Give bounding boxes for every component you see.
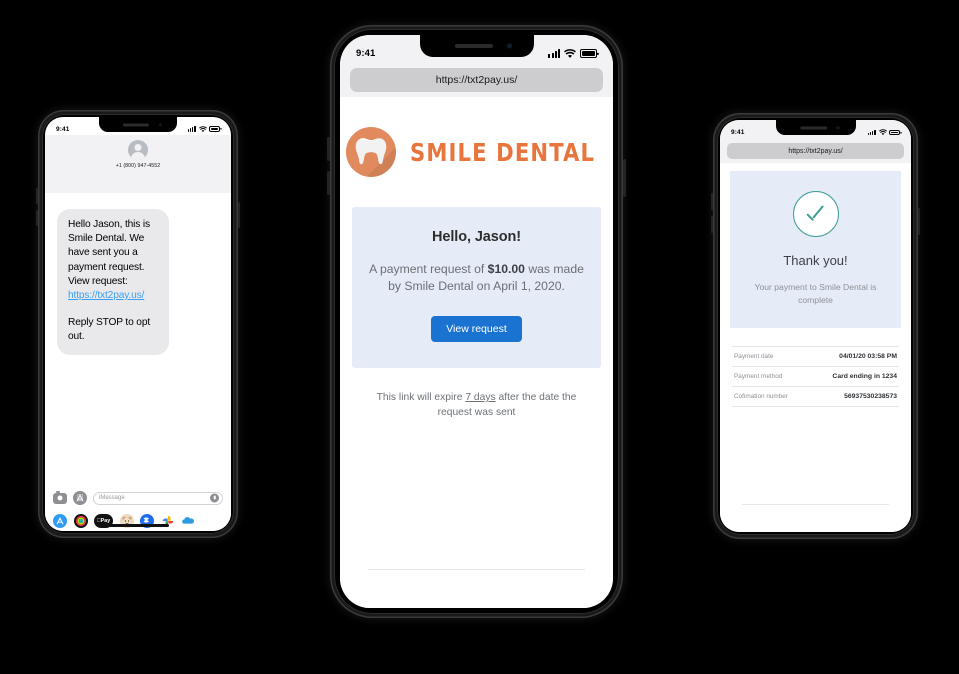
- payment-request-phone: 9:41 https://txt2pay.us/ SMILE DENTAL He…: [327, 25, 626, 618]
- cellular-signal-icon: [187, 126, 196, 132]
- message-text: Hello Jason, this is Smile Dental. We ha…: [68, 219, 150, 287]
- onedrive-app-icon[interactable]: [181, 514, 195, 528]
- brand-name: SMILE DENTAL: [410, 137, 596, 167]
- battery-icon: [889, 129, 900, 136]
- apple-pay-label: Pay: [97, 518, 110, 524]
- imessage-placeholder: iMessage: [99, 495, 125, 501]
- wifi-icon: [564, 48, 576, 58]
- status-time: 9:41: [731, 129, 745, 136]
- power-button[interactable]: [918, 208, 920, 235]
- footer-divider: [368, 569, 585, 570]
- device-notch: [775, 120, 856, 135]
- message-optout-text: Reply STOP to opt out.: [68, 317, 151, 343]
- payment-amount: $10.00: [487, 262, 525, 276]
- volume-up-button[interactable]: [36, 188, 38, 204]
- status-indicators: [548, 48, 597, 59]
- contact-number: +1 (800) 947-4552: [115, 163, 161, 169]
- url-bar[interactable]: https://txt2pay.us/: [350, 67, 603, 92]
- table-row: Payment date 04/01/20 03:58 PM: [732, 346, 899, 367]
- brand-header: SMILE DENTAL: [340, 127, 613, 177]
- messages-screen: 9:41 +1 (800) 947-4552 Hello Jason, this…: [45, 117, 231, 531]
- payment-prefix: A payment request of: [369, 262, 488, 276]
- earpiece-speaker: [454, 44, 493, 48]
- earpiece-speaker: [122, 123, 149, 126]
- confirmation-subtitle: Your payment to Smile Dental is complete: [754, 282, 877, 305]
- scene: 9:41 +1 (800) 947-4552 Hello Jason, this…: [0, 0, 959, 674]
- confirmation-screen: 9:41 https://txt2pay.us/ Thank you! Your…: [720, 120, 911, 532]
- table-row: Cofimation number 56937530238573: [732, 387, 899, 407]
- expiry-duration: 7 days: [465, 392, 496, 403]
- status-time: 9:41: [56, 125, 70, 133]
- tooth-logo-icon: [346, 127, 397, 177]
- message-bubble: Hello Jason, this is Smile Dental. We ha…: [57, 209, 169, 355]
- expiry-prefix: This link will expire: [376, 392, 466, 403]
- url-text: https://txt2pay.us/: [435, 73, 518, 86]
- imessage-input-row:  iMessage: [45, 487, 231, 509]
- battery-icon: [580, 49, 597, 58]
- receipt-value: 56937530238573: [844, 393, 897, 400]
- power-button[interactable]: [238, 202, 240, 228]
- wifi-icon: [198, 125, 207, 132]
- volume-up-button[interactable]: [711, 193, 713, 210]
- volume-down-button[interactable]: [36, 210, 38, 226]
- receipt-table: Payment date 04/01/20 03:58 PM Payment m…: [732, 346, 899, 407]
- browser-chrome: https://txt2pay.us/: [340, 62, 613, 97]
- imessage-app-row: Pay: [45, 509, 231, 531]
- status-time: 9:41: [356, 48, 376, 59]
- status-indicators: [867, 129, 900, 136]
- browser-screen: 9:41 https://txt2pay.us/ SMILE DENTAL He…: [340, 35, 613, 608]
- payment-confirmation-phone: 9:41 https://txt2pay.us/ Thank you! Your…: [711, 113, 920, 539]
- volume-down-button[interactable]: [327, 171, 330, 195]
- front-camera: [836, 125, 840, 130]
- app-store-app-icon[interactable]: [53, 514, 67, 528]
- power-button[interactable]: [623, 159, 626, 197]
- confirmation-card: Thank you! Your payment to Smile Dental …: [730, 171, 901, 328]
- receipt-label: Payment method: [734, 373, 783, 380]
- camera-icon[interactable]: [53, 490, 67, 504]
- device-notch: [419, 35, 534, 57]
- check-circle-icon: [792, 191, 839, 237]
- cellular-signal-icon: [867, 129, 876, 136]
- confirmation-title: Thank you!: [783, 253, 848, 268]
- expiry-note: This link will expire 7 days after the d…: [364, 390, 589, 420]
- receipt-label: Cofimation number: [734, 393, 788, 400]
- receipt-value: Card ending in 1234: [832, 373, 897, 380]
- status-indicators: [187, 125, 220, 133]
- greeting-heading: Hello, Jason!: [432, 229, 521, 245]
- microphone-icon[interactable]: [210, 493, 219, 503]
- url-bar[interactable]: https://txt2pay.us/: [727, 143, 904, 159]
- wifi-icon: [878, 129, 887, 136]
- earpiece-speaker: [799, 126, 827, 129]
- activity-rings-app-icon[interactable]: [73, 514, 88, 528]
- volume-up-button[interactable]: [327, 137, 330, 161]
- conversation-header: +1 (800) 947-4552: [45, 135, 231, 193]
- message-link[interactable]: https://txt2pay.us/: [68, 290, 144, 301]
- footer-divider: [742, 504, 889, 505]
- imessage-input[interactable]: iMessage: [93, 491, 223, 505]
- payment-request-card: Hello, Jason! A payment request of $10.0…: [352, 207, 601, 368]
- cellular-signal-icon: [548, 49, 560, 58]
- front-camera: [158, 122, 162, 127]
- front-camera: [506, 43, 512, 49]
- volume-down-button[interactable]: [711, 216, 713, 233]
- person-avatar-icon[interactable]: [128, 140, 148, 160]
- messages-phone: 9:41 +1 (800) 947-4552 Hello Jason, this…: [36, 110, 240, 538]
- device-notch: [99, 117, 177, 132]
- page-body: Thank you! Your payment to Smile Dental …: [720, 163, 911, 532]
- url-text: https://txt2pay.us/: [788, 147, 843, 155]
- app-store-icon[interactable]: : [73, 491, 87, 505]
- page-body: SMILE DENTAL Hello, Jason! A payment req…: [340, 97, 613, 608]
- table-row: Payment method Card ending in 1234: [732, 367, 899, 387]
- battery-icon: [209, 126, 220, 132]
- receipt-value: 04/01/20 03:58 PM: [839, 353, 897, 360]
- home-indicator[interactable]: [107, 524, 169, 527]
- receipt-label: Payment date: [734, 353, 774, 360]
- browser-chrome: https://txt2pay.us/: [720, 139, 911, 163]
- view-request-button[interactable]: View request: [431, 316, 522, 342]
- payment-description: A payment request of $10.00 was made by …: [368, 261, 585, 295]
